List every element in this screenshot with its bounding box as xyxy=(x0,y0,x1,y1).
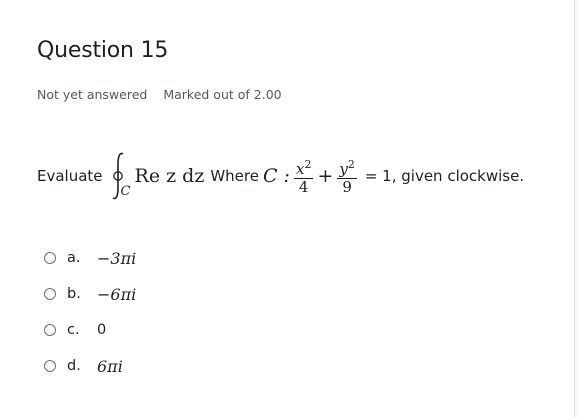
fraction-y: y2 9 xyxy=(337,156,357,196)
question-marks: Marked out of 2.00 xyxy=(163,87,282,102)
fraction-x-exponent: 2 xyxy=(304,158,312,171)
radio-b[interactable] xyxy=(44,288,56,300)
option-a-value: −3πi xyxy=(97,248,137,268)
integrand: Re z dz xyxy=(134,165,205,187)
option-a[interactable]: a. −3πi xyxy=(44,240,136,276)
question-prefix: Evaluate xyxy=(37,167,103,185)
radio-d[interactable] xyxy=(44,360,56,372)
option-c-letter: c. xyxy=(67,322,80,338)
contour-label: C : xyxy=(262,165,290,187)
question-text: Evaluate C Re z dz Where C : x2 4 + y2 9… xyxy=(37,150,567,202)
question-status: Not yet answered xyxy=(37,87,148,102)
fraction-x: x2 4 xyxy=(293,156,314,196)
radio-c[interactable] xyxy=(44,324,56,336)
option-c-value: 0 xyxy=(97,322,107,338)
option-d-letter: d. xyxy=(67,358,81,374)
answer-options: a. −3πi b. −6πi c. 0 d. 6πi xyxy=(44,240,136,384)
option-d-value: 6πi xyxy=(97,356,123,376)
option-d[interactable]: d. 6πi xyxy=(44,348,136,384)
question-title: Question 15 xyxy=(37,38,169,63)
question-meta: Not yet answered Marked out of 2.00 xyxy=(37,87,282,102)
radio-a[interactable] xyxy=(44,252,56,264)
option-b-letter: b. xyxy=(67,286,81,302)
option-b-value: −6πi xyxy=(97,284,137,304)
question-middle: Where xyxy=(210,167,259,185)
fraction-y-exponent: 2 xyxy=(347,158,355,171)
question-card: Question 15 Not yet answered Marked out … xyxy=(0,0,575,417)
contour-subscript: C xyxy=(120,184,131,199)
question-suffix: = 1, given clockwise. xyxy=(364,167,525,185)
option-b[interactable]: b. −6πi xyxy=(44,276,136,312)
contour-integral-symbol: C xyxy=(109,150,131,202)
plus-sign: + xyxy=(317,165,334,187)
option-a-letter: a. xyxy=(67,250,81,266)
option-c[interactable]: c. 0 xyxy=(44,312,136,348)
fraction-y-numerator: y xyxy=(339,160,348,178)
fraction-x-denominator: 4 xyxy=(298,178,309,196)
fraction-y-denominator: 9 xyxy=(342,178,352,196)
